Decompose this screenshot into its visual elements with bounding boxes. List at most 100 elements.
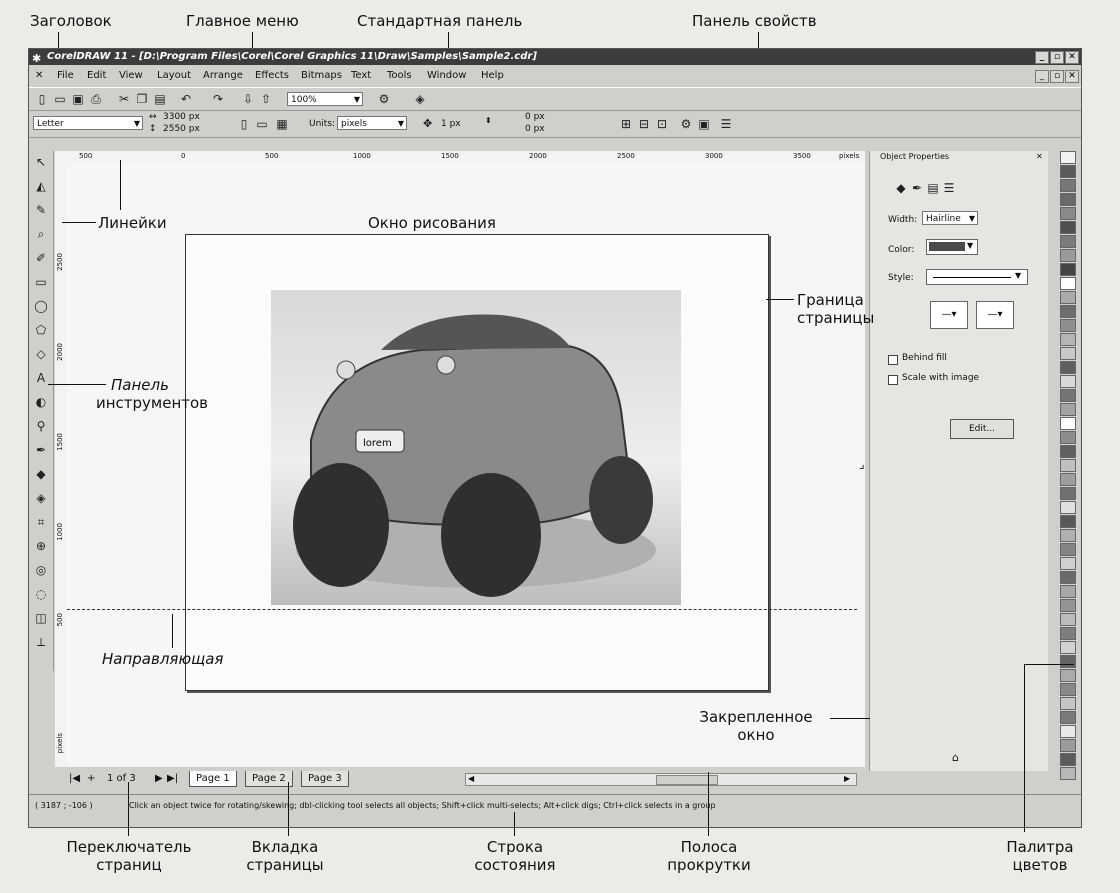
units-select[interactable]: pixels ▼ xyxy=(337,116,407,130)
palette-swatch[interactable] xyxy=(1060,263,1076,276)
menu-effects[interactable]: Effects xyxy=(255,67,289,85)
palette-swatch[interactable] xyxy=(1060,277,1076,290)
first-page-icon[interactable]: |◀ xyxy=(69,771,80,787)
duplicate-y-field[interactable]: 0 px xyxy=(525,124,545,134)
palette-swatch[interactable] xyxy=(1060,193,1076,206)
palette-swatch[interactable] xyxy=(1060,501,1076,514)
options-icon[interactable]: ⚙ xyxy=(679,117,693,131)
doc-restore-button[interactable]: ▫ xyxy=(1050,70,1064,83)
palette-swatch[interactable] xyxy=(1060,641,1076,654)
text-tab-icon[interactable]: ☰ xyxy=(942,181,956,195)
palette-swatch[interactable] xyxy=(1060,151,1076,164)
edit-button[interactable]: Edit... xyxy=(950,419,1014,439)
fill-tool-icon[interactable]: ◆ xyxy=(34,467,48,481)
next-page-icon[interactable]: ▶ xyxy=(155,771,163,787)
palette-swatch[interactable] xyxy=(1060,291,1076,304)
scroll-left-icon[interactable]: ◀ xyxy=(468,771,474,787)
print-icon[interactable]: ⎙ xyxy=(89,92,103,106)
doc-close-button[interactable]: ✕ xyxy=(1065,70,1079,83)
page-tab-2[interactable]: Page 2 xyxy=(245,771,293,787)
palette-swatch[interactable] xyxy=(1060,515,1076,528)
save-icon[interactable]: ▣ xyxy=(71,92,85,106)
fill-tab-icon[interactable]: ◆ xyxy=(894,181,908,195)
treat-as-filled-icon[interactable]: ▣ xyxy=(697,117,711,131)
palette-swatch[interactable] xyxy=(1060,361,1076,374)
freehand-tool-icon[interactable]: ✐ xyxy=(34,251,48,265)
last-page-icon[interactable]: ▶| xyxy=(167,771,178,787)
menu-tools[interactable]: Tools xyxy=(387,67,412,85)
palette-swatch[interactable] xyxy=(1060,697,1076,710)
palette-swatch[interactable] xyxy=(1060,389,1076,402)
duplicate-x-field[interactable]: 0 px xyxy=(525,112,545,122)
menu-arrange[interactable]: Arrange xyxy=(203,67,243,85)
snap-guides-icon[interactable]: ⊟ xyxy=(637,117,651,131)
knife-tool-icon[interactable]: ✎ xyxy=(34,203,48,217)
palette-swatch[interactable] xyxy=(1060,529,1076,542)
palette-swatch[interactable] xyxy=(1060,767,1076,780)
menu-file[interactable]: File xyxy=(57,67,74,85)
paper-height-field[interactable]: 2550 px xyxy=(163,124,200,134)
snap-grid-icon[interactable]: ⊞ xyxy=(619,117,633,131)
import-icon[interactable]: ⇩ xyxy=(241,92,255,106)
nudge-stepper[interactable]: ⬍ xyxy=(485,116,492,125)
palette-swatch[interactable] xyxy=(1060,613,1076,626)
restore-button[interactable]: ▫ xyxy=(1050,51,1064,64)
palette-swatch[interactable] xyxy=(1060,165,1076,178)
palette-swatch[interactable] xyxy=(1060,445,1076,458)
menu-view[interactable]: View xyxy=(119,67,143,85)
perspective-tool-icon[interactable]: ◫ xyxy=(34,611,48,625)
palette-swatch[interactable] xyxy=(1060,543,1076,556)
docker-close-icon[interactable]: ✕ xyxy=(1036,151,1043,163)
zoom-select[interactable]: 100% ▼ xyxy=(287,92,363,106)
landscape-icon[interactable]: ▭ xyxy=(255,117,269,131)
basic-shapes-tool-icon[interactable]: ◇ xyxy=(34,347,48,361)
palette-swatch[interactable] xyxy=(1060,459,1076,472)
paper-width-field[interactable]: 3300 px xyxy=(163,112,200,122)
portrait-icon[interactable]: ▯ xyxy=(237,117,251,131)
cut-icon[interactable]: ✂ xyxy=(117,92,131,106)
roughen-tool-icon[interactable]: ◌ xyxy=(34,587,48,601)
add-page-icon[interactable]: + xyxy=(87,771,95,787)
scale-with-image-checkbox[interactable] xyxy=(888,375,898,385)
drawing-canvas[interactable]: lorem xyxy=(67,163,865,767)
palette-swatch[interactable] xyxy=(1060,627,1076,640)
lock-icon[interactable]: ⌂ xyxy=(952,751,959,764)
palette-swatch[interactable] xyxy=(1060,431,1076,444)
palette-swatch[interactable] xyxy=(1060,235,1076,248)
copy-icon[interactable]: ❐ xyxy=(135,92,149,106)
snap-objects-icon[interactable]: ⊡ xyxy=(655,117,669,131)
undo-icon[interactable]: ↶ xyxy=(179,92,193,106)
crop-tool-icon[interactable]: ⌗ xyxy=(34,515,48,529)
minimize-button[interactable]: _ xyxy=(1035,51,1049,64)
interactive-fill-tool-icon[interactable]: ◈ xyxy=(34,491,48,505)
palette-swatch[interactable] xyxy=(1060,683,1076,696)
connector-tool-icon[interactable]: ⟂ xyxy=(34,635,48,649)
start-arrow-select[interactable]: —▾ xyxy=(930,301,968,329)
palette-swatch[interactable] xyxy=(1060,655,1076,668)
application-launcher-icon[interactable]: ⚙ xyxy=(377,92,391,106)
outline-width-select[interactable]: Hairline ▼ xyxy=(922,211,978,225)
general-tab-icon[interactable]: ▤ xyxy=(926,181,940,195)
menu-window[interactable]: Window xyxy=(427,67,466,85)
palette-swatch[interactable] xyxy=(1060,739,1076,752)
palette-swatch[interactable] xyxy=(1060,207,1076,220)
doc-close-icon[interactable]: ✕ xyxy=(35,67,43,85)
rectangle-tool-icon[interactable]: ▭ xyxy=(34,275,48,289)
text-tool-icon[interactable]: A xyxy=(34,371,48,385)
outline-style-select[interactable]: ▼ xyxy=(926,269,1028,285)
menu-bitmaps[interactable]: Bitmaps xyxy=(301,67,342,85)
all-pages-icon[interactable]: ▦ xyxy=(275,117,289,131)
ellipse-tool-icon[interactable]: ◯ xyxy=(34,299,48,313)
nudge-field[interactable]: 1 px xyxy=(441,119,461,129)
menu-edit[interactable]: Edit xyxy=(87,67,106,85)
menu-layout[interactable]: Layout xyxy=(157,67,191,85)
palette-swatch[interactable] xyxy=(1060,375,1076,388)
open-icon[interactable]: ▭ xyxy=(53,92,67,106)
palette-swatch[interactable] xyxy=(1060,711,1076,724)
palette-swatch[interactable] xyxy=(1060,179,1076,192)
palette-swatch[interactable] xyxy=(1060,403,1076,416)
palette-swatch[interactable] xyxy=(1060,571,1076,584)
palette-swatch[interactable] xyxy=(1060,473,1076,486)
shape-tool-icon[interactable]: ◭ xyxy=(34,179,48,193)
menu-text[interactable]: Text xyxy=(351,67,371,85)
